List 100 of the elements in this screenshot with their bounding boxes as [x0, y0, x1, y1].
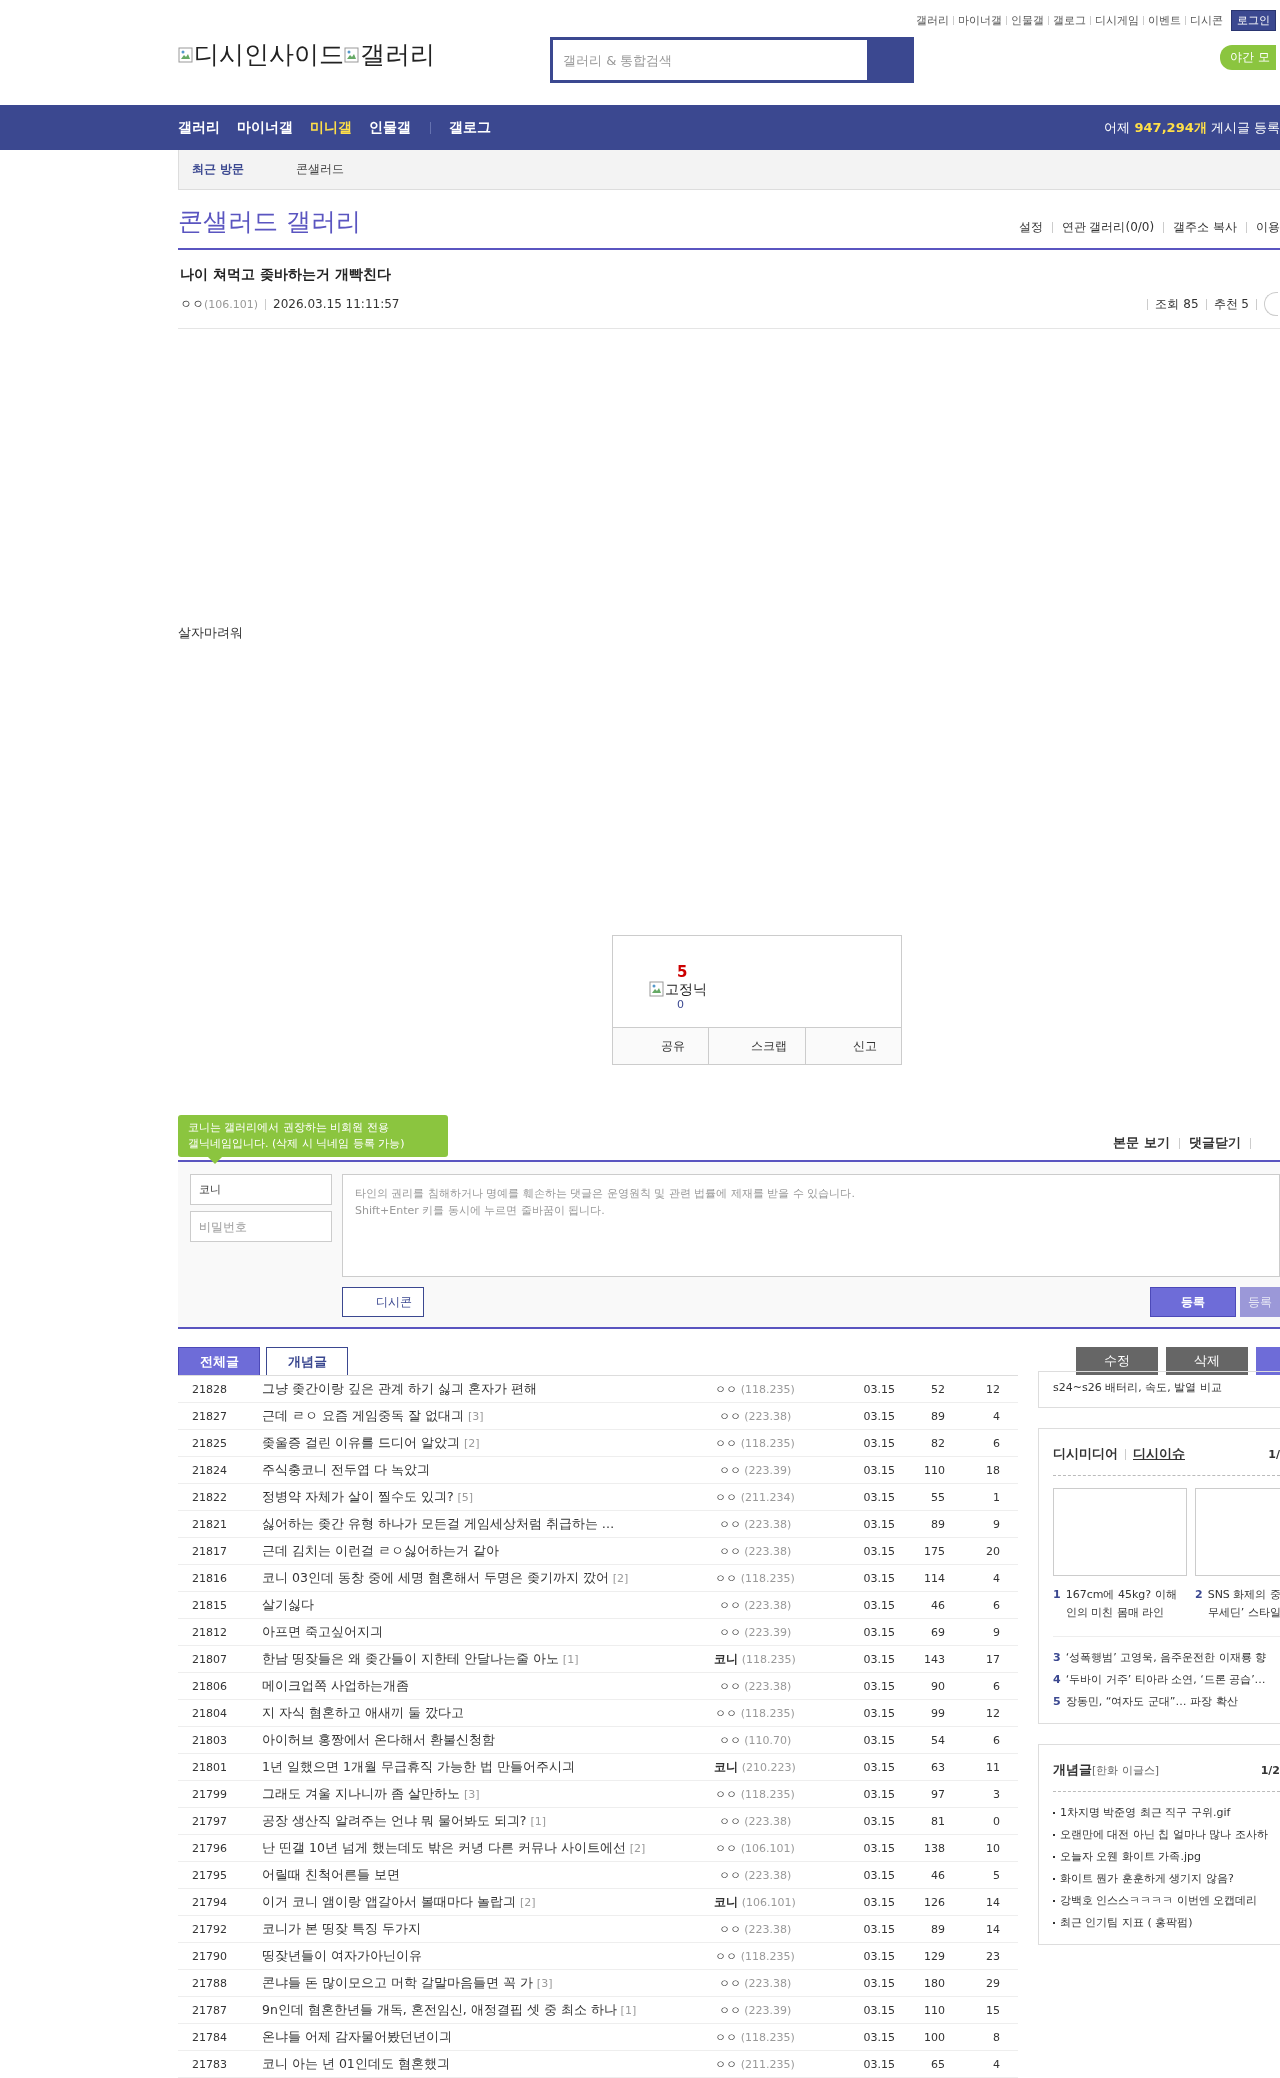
gallery-title[interactable]: 콘샐러드 갤러리 [178, 206, 361, 238]
post-link[interactable]: 오늘자 오웬 화이트 가족.jpg [1060, 1846, 1201, 1868]
post-title-link[interactable]: 코니가 본 띵잦 특징 두가지 [262, 1920, 421, 1938]
post-link[interactable]: 화이트 뭔가 훈훈하게 생기지 않음? [1060, 1868, 1234, 1890]
writer-name[interactable]: 코니 (106.101) [685, 1893, 825, 1911]
top-link[interactable]: 디시콘 [1190, 13, 1223, 28]
media-tab[interactable]: 디시미디어 [1053, 1445, 1118, 1463]
post-link[interactable]: 1차지명 박준영 최근 직구 구위.gif [1060, 1802, 1231, 1824]
news-link[interactable]: SNS 화제의 중 무세딘’ 스타일 [1207, 1586, 1280, 1622]
post-title-link[interactable]: 띵잦년들이 여자가아닌이유 [262, 1947, 422, 1965]
edit-button[interactable]: 수정 [1076, 1347, 1158, 1375]
post-title-link[interactable]: 좆울증 걸린 이유를 드디어 알았긔 [262, 1434, 460, 1452]
nav-link[interactable]: 미니갤 [310, 118, 352, 137]
recent-gallery-link[interactable]: 콘샐러드 [296, 161, 345, 178]
write-button[interactable] [1256, 1347, 1280, 1375]
news-link[interactable]: ‘성폭행범’ 고영욱, 음주운전한 이재룡 향 [1065, 1647, 1267, 1669]
comment-toggle-link[interactable]: 본문 보기 [1113, 1134, 1170, 1152]
post-writer[interactable]: ㅇㅇ(106.101) [180, 295, 259, 313]
writer-name[interactable]: ㅇㅇ (223.38) [685, 1975, 825, 1991]
news-link[interactable]: 167cm에 45kg? 이해 인의 미친 몸매 라인 [1065, 1586, 1177, 1622]
list-tab[interactable]: 개념글 [266, 1347, 348, 1375]
top-link[interactable]: 갤러리 [916, 13, 949, 28]
post-link[interactable]: 강백호 인스스ㅋㅋㅋㅋ 이번엔 오캡데리 [1060, 1890, 1258, 1912]
writer-name[interactable]: ㅇㅇ (118.235) [685, 1948, 825, 1964]
post-title-link[interactable]: 근데 ㄹㅇ 요즘 게임중독 잘 없대긔 [262, 1407, 464, 1425]
post-link[interactable]: 최근 인기팀 지표 ( 홍팍펌) [1060, 1912, 1193, 1934]
post-title-link[interactable]: 지 자식 혐혼하고 애새끼 둘 깠다고 [262, 1704, 464, 1722]
writer-name[interactable]: ㅇㅇ (118.235) [685, 1705, 825, 1721]
post-title-link[interactable]: 9n인데 혐혼한년들 개독, 혼전임신, 애정결핍 셋 중 최소 하나 [262, 2001, 617, 2019]
comment-field[interactable]: 타인의 권리를 침해하거나 명예를 훼손하는 댓글은 운영원칙 및 관련 법률에 제재를 받을 수 있습니다. Shift+Enter 키를 동시에 누르면 줄바꿈이 됩니다. [342, 1174, 1280, 1277]
gallery-menu-link[interactable]: 설정 [1018, 219, 1043, 236]
writer-name[interactable]: ㅇㅇ (223.38) [685, 1597, 825, 1613]
writer-name[interactable]: ㅇㅇ (223.39) [685, 2002, 825, 2018]
post-title-link[interactable]: 싫어하는 좆간 유형 하나가 모든걸 게임세상처럼 취급하는 … [262, 1515, 615, 1533]
post-title-link[interactable]: 온냐들 어제 감자물어봤던년이긔 [262, 2028, 452, 2046]
writer-name[interactable]: ㅇㅇ (118.235) [685, 1381, 825, 1397]
writer-name[interactable]: ㅇㅇ (223.38) [685, 1408, 825, 1424]
action-button[interactable]: 스크랩 [709, 1028, 806, 1064]
action-button[interactable]: 신고 [805, 1028, 901, 1064]
nav-link[interactable]: 인물갤 [369, 118, 411, 137]
edit-button[interactable]: 삭제 [1166, 1347, 1248, 1375]
post-link[interactable]: 오랜만에 대전 아닌 칩 얼마나 많나 조사하 [1060, 1824, 1268, 1846]
news-link[interactable]: 장동민, “여자도 군대”… 파장 확산 [1065, 1691, 1238, 1713]
writer-name[interactable]: ㅇㅇ (118.235) [685, 1435, 825, 1451]
post-title-link[interactable]: 코니 03인데 동창 중에 세명 혐혼해서 두명은 좆기까지 깠어 [262, 1569, 609, 1587]
post-title-link[interactable]: 정병약 자체가 살이 찔수도 있긔? [262, 1488, 454, 1506]
nav-link[interactable]: 갤러리 [178, 118, 220, 137]
post-title-link[interactable]: 공장 생산직 알려주는 언냐 뭐 물어봐도 되긔? [262, 1812, 527, 1830]
post-title-link[interactable]: 어릴때 친척어른들 보면 [262, 1866, 400, 1884]
gallery-logo-text[interactable]: 갤러리 [360, 40, 435, 70]
post-title-link[interactable]: 1년 일했으면 1개월 무급휴직 가능한 법 만들어주시긔 [262, 1758, 575, 1776]
dccon-button[interactable]: 디시콘 [342, 1287, 424, 1317]
writer-name[interactable]: 코니 (210.223) [685, 1758, 825, 1776]
nickname-field[interactable]: 코니 [190, 1174, 332, 1205]
writer-name[interactable]: ㅇㅇ (223.38) [685, 1678, 825, 1694]
post-title-link[interactable]: 그냥 좆간이랑 깊은 관계 하기 싫긔 혼자가 편해 [262, 1380, 537, 1398]
post-title-link[interactable]: 콘냐들 돈 많이모으고 머학 갈말마음들면 꼭 가 [262, 1974, 533, 1992]
writer-name[interactable]: ㅇㅇ (211.234) [685, 1489, 825, 1505]
search-field[interactable]: 갤러리 & 통합검색 [550, 37, 914, 83]
comment-toggle-link[interactable]: 댓글닫기 [1189, 1134, 1241, 1152]
top-link[interactable]: 디시게임 [1095, 13, 1139, 28]
post-title-link[interactable]: 메이크업쪽 사업하는개좀 [262, 1677, 409, 1695]
gallery-menu-link[interactable]: 이용 [1256, 219, 1280, 236]
nav-link[interactable]: 마이너갤 [237, 118, 293, 137]
gallery-menu-link[interactable]: 갤주소 복사 [1173, 219, 1237, 236]
post-title-link[interactable]: 난 띤갤 10년 넘게 했는데도 밖은 커녕 다른 커뮤나 사이트에선 [262, 1839, 626, 1857]
list-tab[interactable]: 전체글 [178, 1347, 260, 1375]
post-title-link[interactable]: 살기싫다 [262, 1596, 314, 1614]
post-title-link[interactable]: 그래도 겨울 지나니까 좀 살만하노 [262, 1785, 460, 1803]
submit-button[interactable]: 등록 [1150, 1287, 1236, 1317]
top-link[interactable]: 인물갤 [1011, 13, 1044, 28]
password-field[interactable]: 비밀번호 [190, 1211, 332, 1242]
gallery-menu-link[interactable]: 연관 갤러리(0/0) [1061, 219, 1155, 236]
top-link[interactable]: 이벤트 [1148, 13, 1181, 28]
sidebar-link[interactable]: s24~s26 배터리, 속도, 발열 비교 [1053, 1381, 1222, 1394]
post-title-link[interactable]: 근데 김치는 이런걸 ㄹㅇ싫어하는거 같아 [262, 1542, 499, 1560]
writer-name[interactable]: ㅇㅇ (110.70) [685, 1732, 825, 1748]
login-button[interactable]: 로그인 [1231, 10, 1276, 31]
image-placeholder[interactable] [1053, 1488, 1187, 1576]
post-title-link[interactable]: 주식충코니 전두엽 다 녹았긔 [262, 1461, 430, 1479]
writer-name[interactable]: ㅇㅇ (223.38) [685, 1813, 825, 1829]
news-link[interactable]: ‘두바이 거주’ 티아라 소연, ‘드론 공습’… [1065, 1669, 1266, 1691]
writer-name[interactable]: ㅇㅇ (118.235) [685, 2029, 825, 2045]
writer-name[interactable]: ㅇㅇ (223.38) [685, 1543, 825, 1559]
writer-name[interactable]: ㅇㅇ (223.38) [685, 1921, 825, 1937]
writer-name[interactable]: ㅇㅇ (223.39) [685, 1462, 825, 1478]
top-link[interactable]: 갤로그 [1053, 13, 1086, 28]
writer-name[interactable]: ㅇㅇ (118.235) [685, 1786, 825, 1802]
site-logo-text[interactable]: 디시인사이드 [194, 40, 344, 70]
top-link[interactable]: 마이너갤 [958, 13, 1002, 28]
action-button[interactable]: 공유 [613, 1028, 710, 1064]
post-title-link[interactable]: 아이허브 홍짱에서 온다해서 환불신청함 [262, 1731, 495, 1749]
writer-name[interactable]: ㅇㅇ (223.39) [685, 1624, 825, 1640]
post-title-link[interactable]: 이거 코니 앰이랑 앱갈아서 볼때마다 놀랍긔 [262, 1893, 516, 1911]
post-title-link[interactable]: 아프면 죽고싶어지긔 [262, 1623, 383, 1641]
media-tab[interactable]: 디시이슈 [1133, 1445, 1185, 1463]
post-title-link[interactable]: 한남 띵잦들은 왜 좆간들이 지한테 안달나는줄 아노 [262, 1650, 559, 1668]
writer-name[interactable]: ㅇㅇ (106.101) [685, 1840, 825, 1856]
writer-name[interactable]: ㅇㅇ (118.235) [685, 1570, 825, 1586]
post-title-link[interactable]: 코니 아는 년 01인데도 혐혼했긔 [262, 2055, 450, 2073]
